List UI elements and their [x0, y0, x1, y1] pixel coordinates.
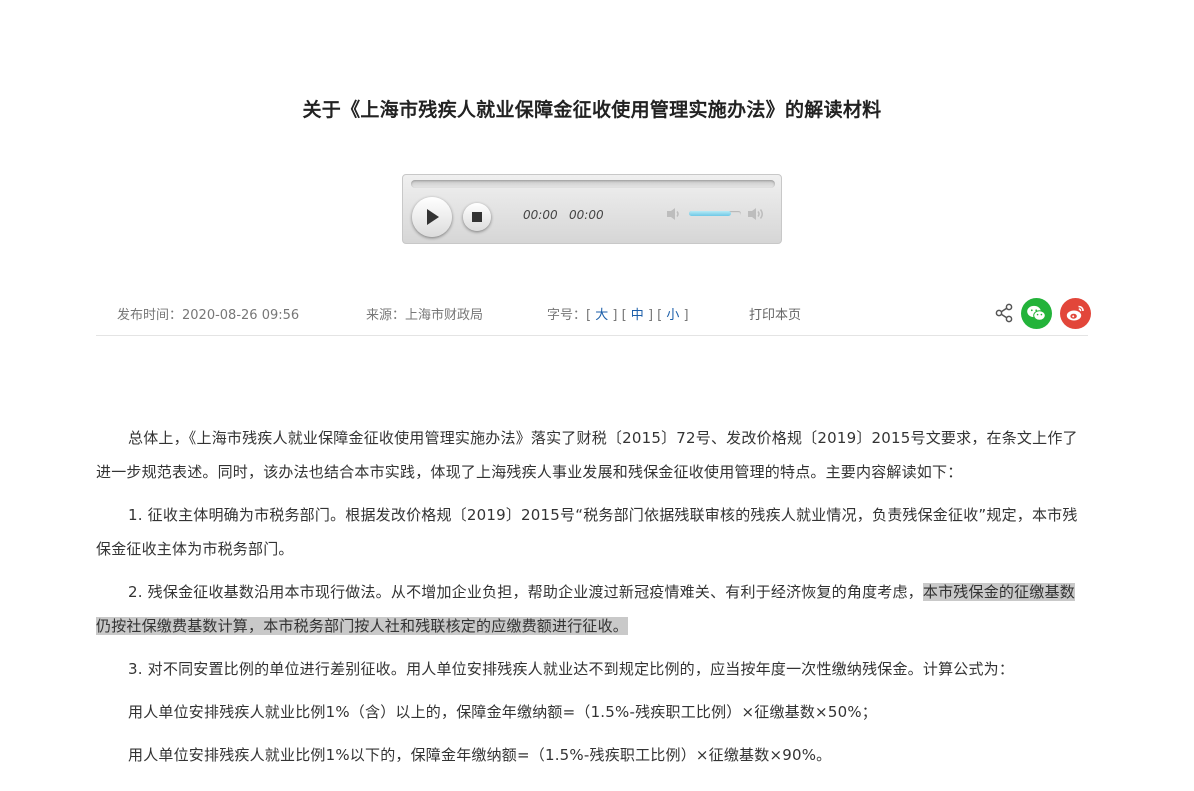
source-name: 上海市财政局: [405, 308, 484, 323]
font-size-small-button[interactable]: 小: [666, 308, 679, 323]
meta-divider: [96, 335, 1088, 336]
volume-high-icon[interactable]: [747, 206, 767, 225]
source-label: 来源：: [366, 308, 406, 323]
stop-button[interactable]: [463, 203, 491, 231]
stop-icon: [472, 212, 482, 222]
play-button[interactable]: [412, 197, 452, 237]
audio-player: 00:00 00:00: [402, 174, 782, 244]
publish-date: 2020-08-26 09:56: [182, 308, 300, 323]
intro-paragraph: 总体上，《上海市残疾人就业保障金征收使用管理实施办法》落实了财税〔2015〕72…: [96, 429, 1078, 481]
publish-info: 发布时间：2020-08-26 09:56: [117, 304, 299, 323]
font-size-large-button[interactable]: 大: [595, 308, 608, 323]
volume-level: [689, 211, 731, 216]
point-2-text: 2. 残保金征收基数沿用本市现行做法。从不增加企业负担，帮助企业渡过新冠疫情难关…: [128, 583, 923, 601]
point-3-paragraph: 3. 对不同安置比例的单位进行差别征收。用人单位安排残疾人就业达不到规定比例的，…: [128, 660, 1015, 678]
volume-low-icon[interactable]: [666, 206, 684, 225]
print-button[interactable]: 打印本页: [749, 304, 801, 323]
formula-1-paragraph: 用人单位安排残疾人就业比例1%（含）以上的，保障金年缴纳额=（1.5%-残疾职工…: [128, 703, 877, 721]
weibo-icon: [1066, 305, 1084, 321]
wechat-icon: [1027, 305, 1046, 321]
point-2-paragraph: 2. 残保金征收基数沿用本市现行做法。从不增加企业负担，帮助企业渡过新冠疫情难关…: [96, 575, 1080, 643]
font-size-control: 字号：[ 大 ] [ 中 ] [ 小 ]: [547, 308, 689, 323]
weibo-share-button[interactable]: [1060, 298, 1091, 329]
font-size-medium-button[interactable]: 中: [631, 308, 644, 323]
article-body: 总体上，《上海市残疾人就业保障金征收使用管理实施办法》落实了财税〔2015〕72…: [96, 421, 1080, 772]
font-size-label: 字号：: [547, 308, 587, 323]
point-1-paragraph: 1. 征收主体明确为市税务部门。根据发改价格规〔2019〕2015号“税务部门依…: [96, 506, 1078, 558]
current-time: 00:00: [523, 208, 558, 222]
audio-progress-bar[interactable]: [411, 180, 775, 188]
source-info: 来源：上海市财政局: [366, 304, 483, 323]
page-title: 关于《上海市残疾人就业保障金征收使用管理实施办法》的解读材料: [302, 98, 882, 121]
play-icon: [427, 209, 439, 225]
wechat-share-button[interactable]: [1021, 298, 1052, 329]
duration: 00:00: [569, 208, 604, 222]
volume-slider[interactable]: [689, 211, 741, 216]
publish-label: 发布时间：: [117, 308, 183, 323]
formula-2-paragraph: 用人单位安排残疾人就业比例1%以下的，保障金年缴纳额=（1.5%-残疾职工比例）…: [128, 746, 832, 764]
share-icon[interactable]: [995, 303, 1013, 327]
